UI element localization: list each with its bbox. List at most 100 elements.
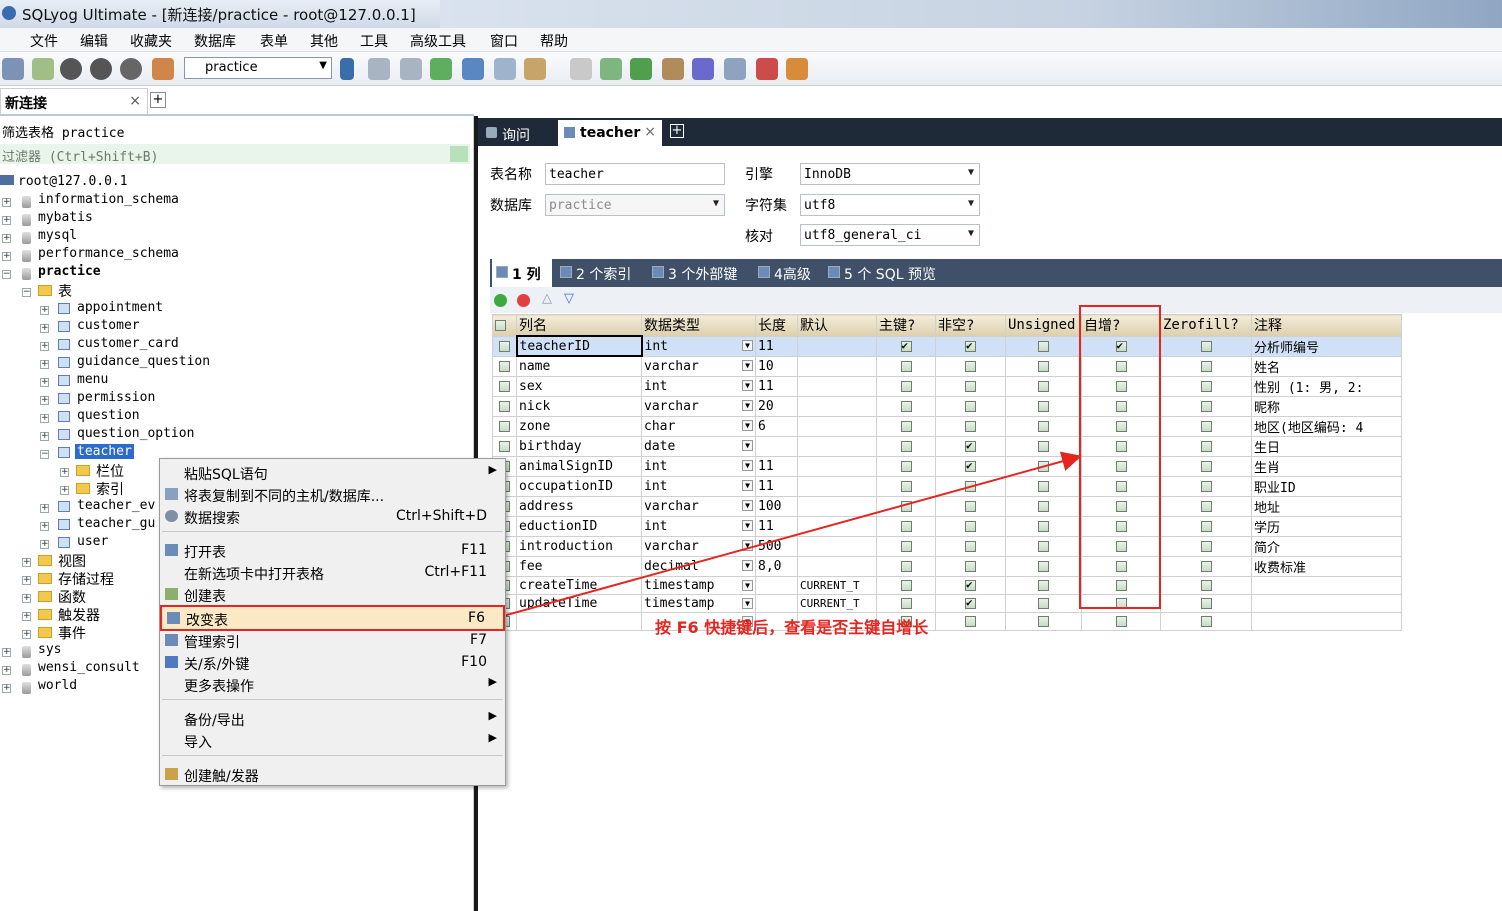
close-icon[interactable]: × xyxy=(644,124,656,140)
new-query-icon[interactable] xyxy=(32,58,54,80)
checkbox[interactable] xyxy=(1200,615,1212,627)
expand-icon[interactable]: + xyxy=(22,558,31,567)
checkbox[interactable] xyxy=(965,596,976,609)
checkbox[interactable] xyxy=(1200,460,1212,472)
menu-more-table-ops[interactable]: 更多表操作 ▶ xyxy=(160,673,505,695)
expand-icon[interactable]: + xyxy=(22,576,31,585)
checkbox[interactable] xyxy=(900,579,912,591)
cell-not-null[interactable] xyxy=(935,611,1006,631)
cell-primary-key[interactable] xyxy=(876,415,936,437)
menu-relationships[interactable]: 关/系/外键 F10 xyxy=(160,651,505,673)
cell-unsigned[interactable] xyxy=(1005,335,1082,357)
cell-comment[interactable] xyxy=(1251,593,1402,613)
checkbox[interactable] xyxy=(965,439,976,452)
move-up-icon[interactable]: △ xyxy=(542,291,552,306)
tree-folder-indexes[interactable]: 索引 xyxy=(96,479,124,499)
tree-db-information-schema[interactable]: information_schema xyxy=(38,192,179,207)
menu-create-table[interactable]: 创建表 xyxy=(160,583,505,605)
chevron-down-icon[interactable]: ▼ xyxy=(742,379,753,391)
grid-icon[interactable] xyxy=(494,58,516,80)
tab-teacher[interactable]: teacher × xyxy=(558,120,662,146)
cell-column-name[interactable]: animalSignID xyxy=(516,455,642,477)
cell-length[interactable]: 11 xyxy=(755,375,798,397)
cell-length[interactable]: 8,0 xyxy=(755,555,798,577)
cell-data-type[interactable]: int ▼ xyxy=(641,475,756,497)
cell-column-name[interactable]: birthday xyxy=(516,435,642,457)
checkbox[interactable] xyxy=(965,578,976,591)
checkbox[interactable] xyxy=(900,480,912,492)
expand-icon[interactable]: + xyxy=(40,378,49,387)
cell-length[interactable]: 6 xyxy=(755,415,798,437)
tree-db-practice[interactable]: practice xyxy=(38,264,101,279)
add-tab-button[interactable]: + xyxy=(670,124,684,138)
checkbox[interactable] xyxy=(900,420,912,432)
tree-folder-events[interactable]: 事件 xyxy=(58,623,86,643)
tree-folder-tables[interactable]: 表 xyxy=(58,281,72,301)
menu-copy-table[interactable]: 将表复制到不同的主机/数据库... xyxy=(160,483,505,505)
tab-advanced[interactable]: 4高级 xyxy=(754,259,818,287)
chevron-down-icon[interactable]: ▼ xyxy=(742,539,753,551)
row-select[interactable] xyxy=(492,355,517,377)
menu-other[interactable]: 其他 xyxy=(310,31,338,51)
checkbox[interactable] xyxy=(900,440,912,452)
expand-icon[interactable]: + xyxy=(2,684,11,693)
cell-default[interactable] xyxy=(797,515,877,537)
cell-not-null[interactable] xyxy=(935,495,1006,517)
cell-default[interactable] xyxy=(797,435,877,457)
checkbox[interactable] xyxy=(1200,560,1212,572)
cell-unsigned[interactable] xyxy=(1005,495,1082,517)
menu-import[interactable]: 导入 ▶ xyxy=(160,729,505,751)
chevron-down-icon[interactable]: ▼ xyxy=(742,359,753,371)
cell-unsigned[interactable] xyxy=(1005,575,1082,595)
cell-primary-key[interactable] xyxy=(876,515,936,537)
select-all-checkbox[interactable] xyxy=(492,314,517,337)
cell-data-type[interactable]: int ▼ xyxy=(641,335,756,357)
menu-window[interactable]: 窗口 xyxy=(490,31,518,51)
cell-primary-key[interactable] xyxy=(876,395,936,417)
cell-length[interactable] xyxy=(755,593,798,613)
cell-unsigned[interactable] xyxy=(1005,395,1082,417)
expand-icon[interactable]: + xyxy=(2,252,11,261)
cell-default[interactable] xyxy=(797,455,877,477)
cell-comment[interactable]: 学历 xyxy=(1251,515,1402,537)
table-row[interactable]: eductionID int ▼ 11 学历 xyxy=(492,515,1402,537)
tree-folder-columns[interactable]: 栏位 xyxy=(96,461,124,481)
table-row[interactable]: sex int ▼ 11 性别 (1: 男, 2: xyxy=(492,375,1402,397)
engine-select[interactable]: InnoDB ▼ xyxy=(800,163,980,185)
checkbox[interactable] xyxy=(965,480,976,492)
cell-comment[interactable]: 昵称 xyxy=(1251,395,1402,417)
expand-icon[interactable]: + xyxy=(2,216,11,225)
cell-primary-key[interactable] xyxy=(876,575,936,595)
table-row[interactable]: introduction varchar ▼ 500 简介 xyxy=(492,535,1402,557)
cell-zerofill[interactable] xyxy=(1160,455,1252,477)
row-select[interactable] xyxy=(492,415,517,437)
expand-icon[interactable]: + xyxy=(40,522,49,531)
checkbox[interactable] xyxy=(1038,540,1049,552)
cell-unsigned[interactable] xyxy=(1005,515,1082,537)
cell-data-type[interactable]: varchar ▼ xyxy=(641,395,756,417)
checkbox[interactable] xyxy=(1038,520,1049,532)
cell-not-null[interactable] xyxy=(935,475,1006,497)
collapse-icon[interactable]: − xyxy=(40,450,49,459)
expand-icon[interactable]: + xyxy=(60,486,69,495)
restore-icon[interactable] xyxy=(400,58,422,80)
data-sync-icon[interactable] xyxy=(524,58,546,80)
cell-comment[interactable] xyxy=(1251,611,1402,631)
tree-table-teacher-gu[interactable]: teacher_gu xyxy=(77,516,155,531)
table-row[interactable]: birthdaydate ▼ 生日 xyxy=(492,435,1402,457)
cell-data-type[interactable]: date ▼ xyxy=(641,435,756,457)
execute-all-icon[interactable] xyxy=(90,58,112,80)
tree-db-performance-schema[interactable]: performance_schema xyxy=(38,246,179,261)
checkbox[interactable] xyxy=(900,540,912,552)
expand-icon[interactable]: + xyxy=(40,396,49,405)
expand-icon[interactable]: + xyxy=(40,360,49,369)
checkbox[interactable] xyxy=(1115,615,1127,627)
tree-table-appointment[interactable]: appointment xyxy=(77,300,163,315)
checkbox[interactable] xyxy=(1038,480,1049,492)
checkbox[interactable] xyxy=(1038,420,1049,432)
cell-comment[interactable]: 姓名 xyxy=(1251,355,1402,377)
tab-query[interactable]: 询问 xyxy=(480,120,556,146)
checkbox[interactable] xyxy=(1200,597,1212,609)
chevron-down-icon[interactable]: ▼ xyxy=(742,459,753,471)
cell-data-type[interactable]: int ▼ xyxy=(641,515,756,537)
